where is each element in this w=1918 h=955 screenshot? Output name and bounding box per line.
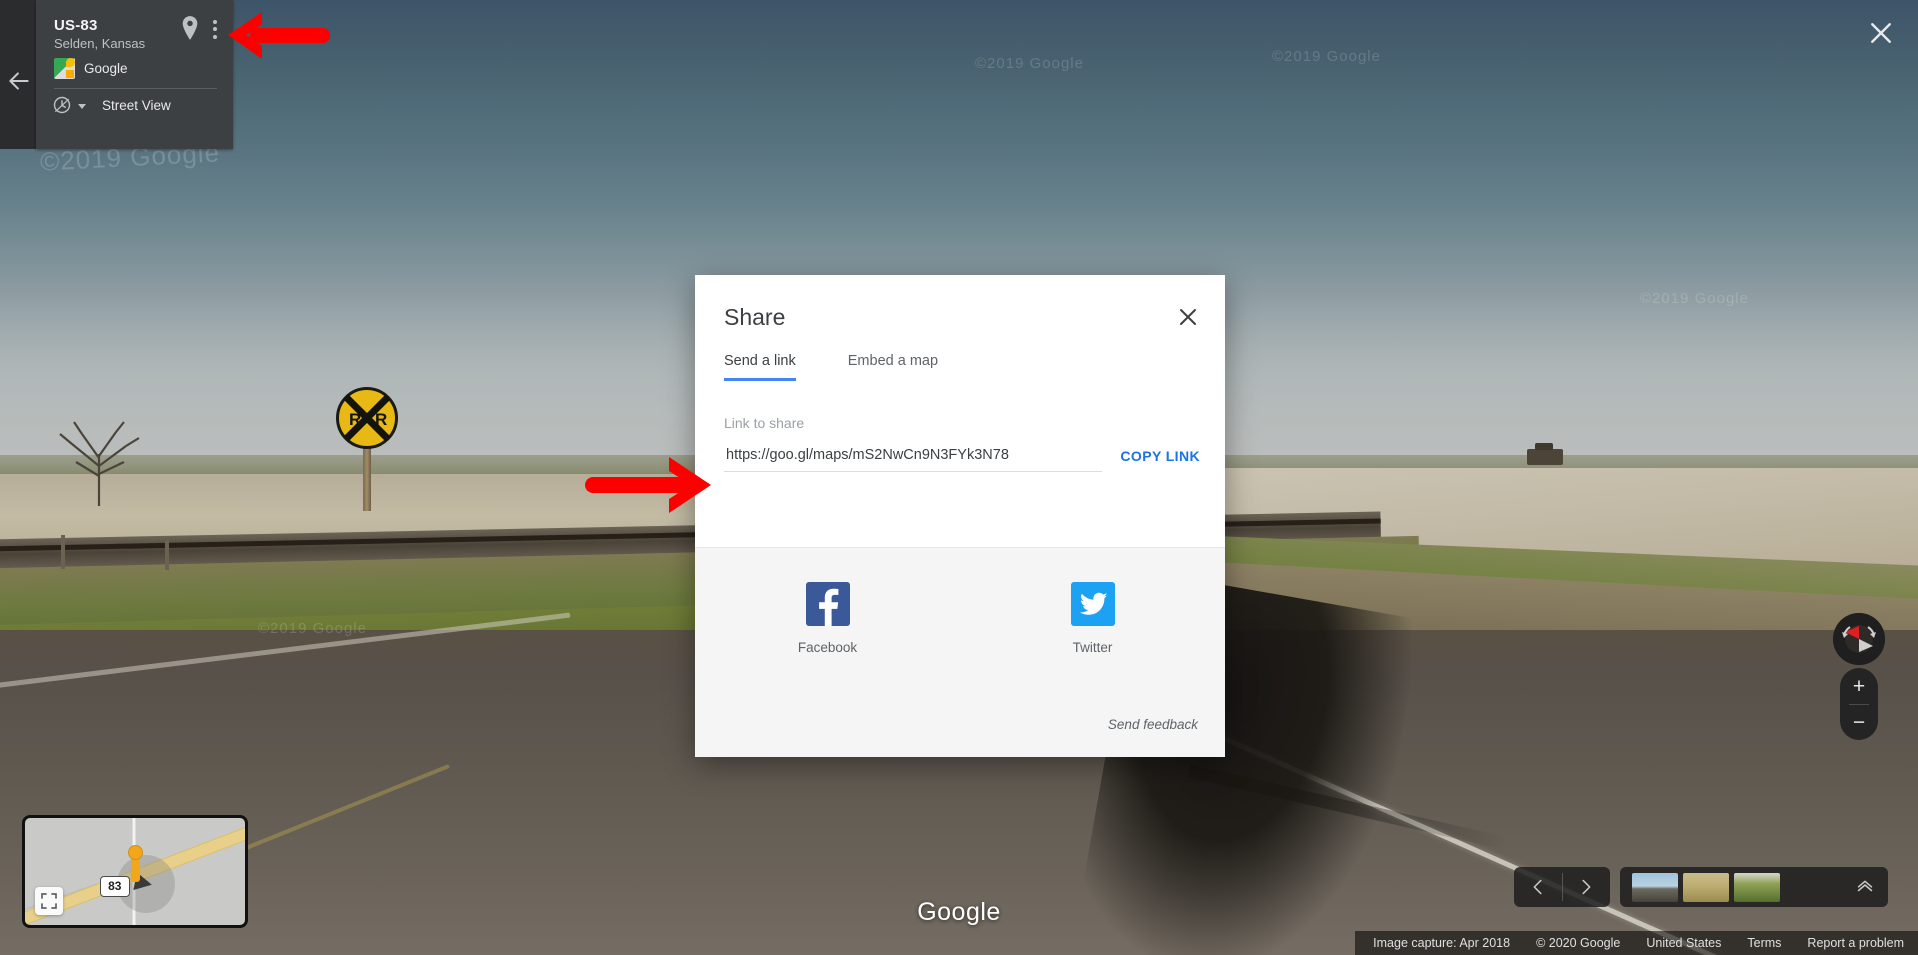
link-to-share-label: Link to share <box>724 415 805 431</box>
map-pin-icon[interactable] <box>179 15 201 41</box>
close-dialog-icon[interactable] <box>1176 305 1200 329</box>
image-source-row[interactable]: Google <box>54 58 128 79</box>
pegman-body[interactable] <box>131 856 141 882</box>
image-capture-date: Image capture: Apr 2018 <box>1373 936 1511 950</box>
share-dialog: Share Send a link Embed a map Link to sh… <box>695 275 1225 757</box>
fence-post-1 <box>61 534 66 569</box>
report-problem-link[interactable]: Report a problem <box>1807 936 1904 950</box>
image-source-label: Google <box>84 61 128 76</box>
svg-text:R: R <box>349 410 361 429</box>
expand-thumbnails-icon[interactable] <box>1854 874 1876 901</box>
twitter-icon <box>1070 582 1115 626</box>
attribution-bar: Image capture: Apr 2018 © 2020 Google Un… <box>1355 931 1918 955</box>
close-street-view-icon[interactable] <box>1866 18 1896 48</box>
thumbnail-sky[interactable] <box>1632 872 1678 902</box>
zoom-controls: + − <box>1840 668 1878 740</box>
previous-photo-button[interactable] <box>1514 867 1562 907</box>
social-share-row: Facebook Twitter <box>695 582 1225 655</box>
fence-post-2 <box>164 539 169 570</box>
crossbuck-disc: R R <box>335 386 398 449</box>
street-view-label: Street View <box>102 97 171 113</box>
thumbnail-grass[interactable] <box>1734 872 1780 902</box>
svg-text:R: R <box>375 410 387 429</box>
card-divider <box>54 88 217 89</box>
zoom-in-button[interactable]: + <box>1840 668 1878 704</box>
history-clock-icon <box>52 95 72 115</box>
location-subtitle: Selden, Kansas <box>54 36 146 51</box>
share-dialog-header: Share Send a link Embed a map <box>695 275 1225 388</box>
share-dialog-title: Share <box>724 304 786 330</box>
bare-tree <box>44 396 154 507</box>
google-watermark: Google <box>917 898 1001 926</box>
more-options-icon[interactable] <box>206 16 224 40</box>
facebook-label: Facebook <box>797 640 858 655</box>
nav-separator <box>1562 873 1563 901</box>
google-maps-icon <box>54 58 75 79</box>
terms-link[interactable]: Terms <box>1747 936 1781 950</box>
share-dialog-footer: Facebook Twitter Send feedback <box>695 547 1225 757</box>
expand-minimap-icon[interactable] <box>35 887 63 915</box>
minimap[interactable]: 83 <box>22 815 248 928</box>
twitter-label: Twitter <box>1072 640 1113 655</box>
back-strip <box>0 0 36 149</box>
facebook-icon <box>805 582 850 626</box>
railroad-crossing-sign: R R <box>335 386 398 511</box>
share-twitter-button[interactable]: Twitter <box>960 582 1225 655</box>
copy-link-button[interactable]: COPY LINK <box>1120 448 1200 472</box>
chevron-down-icon <box>78 103 86 109</box>
link-row: COPY LINK <box>724 443 1200 472</box>
location-title: US-83 <box>54 17 98 34</box>
compass-icon[interactable] <box>1833 613 1885 665</box>
share-link-input[interactable] <box>724 443 1103 472</box>
tab-send-a-link[interactable]: Send a link <box>724 353 796 381</box>
country-label[interactable]: United States <box>1646 936 1721 950</box>
distant-farm-equipment <box>1526 442 1563 465</box>
tab-embed-a-map[interactable]: Embed a map <box>848 353 938 381</box>
photo-nav-controls <box>1514 867 1610 907</box>
copyright-notice: © 2020 Google <box>1536 936 1621 950</box>
next-photo-button[interactable] <box>1562 867 1610 907</box>
route-shield: 83 <box>99 875 130 897</box>
zoom-out-button[interactable]: − <box>1840 704 1878 740</box>
share-dialog-tabs: Send a link Embed a map <box>724 353 938 381</box>
street-view-page: R R ©2019 Google ©2019 Google ©2019 Goog… <box>0 0 1918 955</box>
send-feedback-link[interactable]: Send feedback <box>1108 717 1198 732</box>
share-facebook-button[interactable]: Facebook <box>695 582 960 655</box>
share-dialog-body: Link to share COPY LINK <box>695 387 1225 547</box>
thumbnail-field[interactable] <box>1683 872 1729 902</box>
photo-thumbnail-strip <box>1620 867 1888 907</box>
back-arrow-icon[interactable] <box>6 68 32 94</box>
location-info-card: US-83 Selden, Kansas Google Street View <box>36 0 233 149</box>
street-view-date-row[interactable]: Street View <box>52 95 171 115</box>
